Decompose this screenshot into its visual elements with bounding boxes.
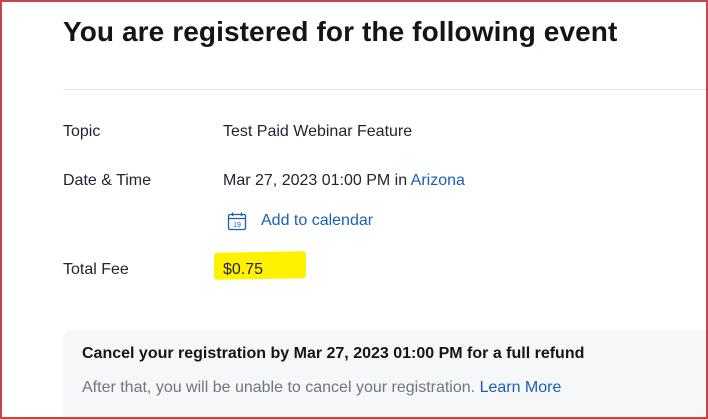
timezone-link[interactable]: Arizona <box>411 172 465 189</box>
fee-value: $0.75 <box>223 261 264 278</box>
page-title: You are registered for the following eve… <box>63 16 618 47</box>
topic-label: Topic <box>63 123 101 140</box>
learn-more-link[interactable]: Learn More <box>480 379 562 396</box>
registration-confirmation-frame: You are registered for the following eve… <box>0 0 708 419</box>
add-to-calendar-label: Add to calendar <box>261 212 374 229</box>
calendar-icon: 19 <box>227 211 247 231</box>
refund-description: After that, you will be unable to cancel… <box>82 379 476 396</box>
calendar-icon-day: 19 <box>233 222 241 229</box>
datetime-value-row: Mar 27, 2023 01:00 PM in Arizona <box>223 172 465 190</box>
title-divider <box>63 89 706 90</box>
fee-label: Total Fee <box>63 261 129 278</box>
refund-description-row: After that, you will be unable to cancel… <box>82 379 561 397</box>
topic-value: Test Paid Webinar Feature <box>223 123 413 140</box>
add-to-calendar-button[interactable]: 19 Add to calendar <box>227 211 373 231</box>
refund-deadline-title: Cancel your registration by Mar 27, 2023… <box>82 345 585 362</box>
datetime-label: Date & Time <box>63 172 152 189</box>
datetime-value: Mar 27, 2023 01:00 PM in <box>223 172 408 189</box>
refund-info-box: Cancel your registration by Mar 27, 2023… <box>63 330 706 417</box>
